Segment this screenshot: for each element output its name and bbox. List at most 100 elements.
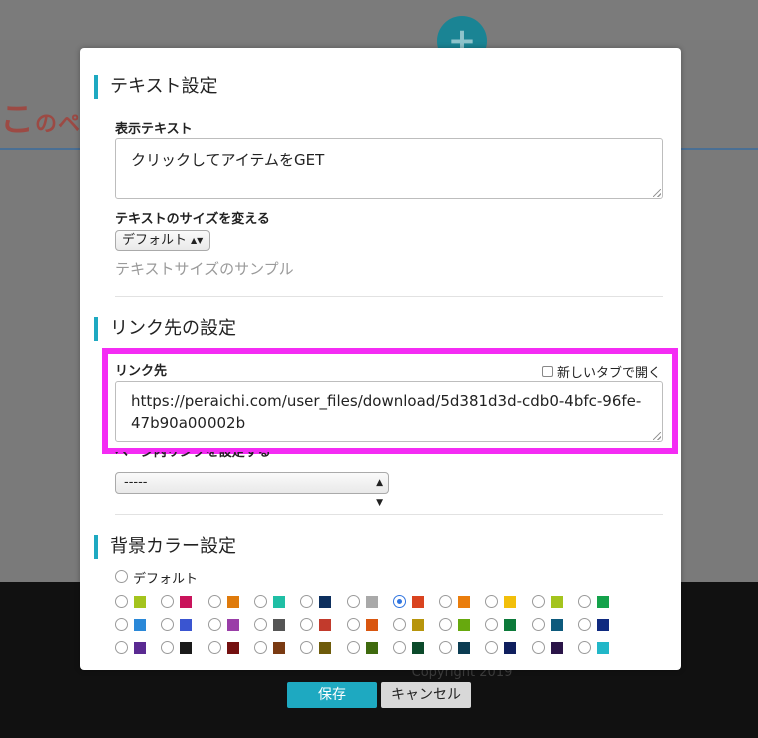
link-label: リンク先 bbox=[115, 364, 168, 379]
bg-color-radio[interactable] bbox=[161, 641, 175, 654]
cancel-button[interactable]: キャンセル bbox=[381, 682, 471, 708]
page-header-bar bbox=[0, 0, 758, 40]
bg-color-radio[interactable] bbox=[578, 641, 591, 654]
bg-color-swatch bbox=[319, 642, 332, 654]
bg-color-swatch bbox=[411, 642, 424, 654]
bg-color-radio[interactable] bbox=[485, 618, 499, 631]
bg-color-radio[interactable] bbox=[207, 595, 221, 608]
bg-color-swatch bbox=[319, 619, 332, 631]
bg-color-radio[interactable] bbox=[439, 595, 453, 608]
bg-color-radio[interactable] bbox=[439, 641, 453, 654]
bg-color-radio[interactable] bbox=[531, 641, 545, 654]
resize-handle-icon[interactable] bbox=[653, 189, 661, 197]
display-text-field[interactable]: クリックしてアイテムをGET bbox=[115, 138, 663, 199]
bg-color-radio[interactable] bbox=[392, 641, 406, 654]
bg-color-swatch bbox=[504, 619, 517, 631]
bg-color-swatch bbox=[365, 596, 378, 608]
page-heading-rest: のペ bbox=[35, 112, 82, 137]
bg-color-swatch bbox=[411, 596, 424, 608]
bg-color-swatch bbox=[134, 619, 146, 631]
bg-color-radio[interactable] bbox=[346, 595, 360, 608]
bg-color-swatch bbox=[134, 596, 146, 608]
bg-color-swatch bbox=[319, 596, 332, 608]
display-text-value: クリックしてアイテムをGET bbox=[131, 151, 325, 169]
bg-color-swatch bbox=[226, 619, 239, 631]
text-size-label: テキストのサイズを変える bbox=[115, 212, 270, 227]
bg-color-radio[interactable] bbox=[485, 595, 499, 608]
bg-color-swatch bbox=[550, 596, 563, 608]
bg-color-swatch bbox=[411, 619, 424, 631]
bg-color-radio[interactable] bbox=[578, 618, 591, 631]
bg-color-swatch bbox=[272, 619, 285, 631]
bg-color-radio[interactable] bbox=[253, 618, 267, 631]
bg-color-swatch bbox=[226, 642, 239, 654]
bg-color-swatch bbox=[226, 596, 239, 608]
display-text-label: 表示テキスト bbox=[115, 122, 193, 137]
bg-color-swatch bbox=[365, 619, 378, 631]
bg-color-swatch bbox=[597, 642, 609, 654]
bg-color-swatch bbox=[272, 596, 285, 608]
edit-modal: テキスト設定 表示テキスト クリックしてアイテムをGET テキストのサイズを変え… bbox=[80, 48, 681, 670]
bg-color-swatch bbox=[504, 596, 517, 608]
bg-color-radio[interactable] bbox=[207, 618, 221, 631]
resize-handle-icon[interactable] bbox=[653, 432, 661, 440]
select-arrows-icon: ▲▼ bbox=[191, 236, 204, 245]
text-size-value: デフォルト bbox=[122, 233, 188, 248]
save-button[interactable]: 保存 bbox=[287, 682, 377, 708]
bg-default-radio[interactable] bbox=[115, 570, 128, 583]
bg-color-swatch bbox=[458, 619, 471, 631]
bg-color-swatch bbox=[550, 642, 563, 654]
bg-color-radio[interactable] bbox=[439, 618, 453, 631]
anchor-link-value: ----- bbox=[124, 475, 148, 490]
bg-color-swatch bbox=[458, 596, 471, 608]
bg-color-radio[interactable] bbox=[115, 618, 128, 631]
bg-color-radio[interactable] bbox=[161, 595, 175, 608]
page-heading-char: こ bbox=[0, 100, 35, 140]
link-url-value: https://peraichi.com/user_files/download… bbox=[131, 392, 642, 432]
bg-color-swatch bbox=[458, 642, 471, 654]
bg-color-title: 背景カラー設定 bbox=[94, 535, 236, 559]
bg-color-swatch bbox=[180, 596, 193, 608]
bg-color-radio[interactable] bbox=[300, 595, 314, 608]
bg-color-radio[interactable] bbox=[346, 641, 360, 654]
bg-color-swatch bbox=[504, 642, 517, 654]
new-tab-label: 新しいタブで開く bbox=[556, 366, 661, 381]
bg-color-radio[interactable] bbox=[346, 618, 360, 631]
bg-color-swatch bbox=[365, 642, 378, 654]
bg-color-radio[interactable] bbox=[115, 641, 128, 654]
bg-color-radio[interactable] bbox=[253, 641, 267, 654]
bg-color-swatch bbox=[597, 619, 609, 631]
anchor-link-label: ページ内リンクを設定する bbox=[115, 452, 271, 464]
bg-color-swatch bbox=[550, 619, 563, 631]
bg-color-swatch bbox=[272, 642, 285, 654]
bg-color-swatch bbox=[180, 619, 193, 631]
text-settings-title: テキスト設定 bbox=[94, 75, 217, 99]
bg-color-radio[interactable] bbox=[392, 595, 406, 608]
bg-color-radio[interactable] bbox=[115, 595, 128, 608]
bg-color-radio[interactable] bbox=[531, 595, 545, 608]
bg-color-radio[interactable] bbox=[253, 595, 267, 608]
text-size-sample: テキストサイズのサンプル bbox=[115, 260, 294, 278]
anchor-link-label-text: ページ内リンクを設定する bbox=[115, 452, 271, 460]
anchor-link-select[interactable]: ----- ▲ ▼ bbox=[115, 472, 389, 508]
bg-color-radio[interactable] bbox=[300, 641, 314, 654]
text-size-select[interactable]: デフォルト ▲▼ bbox=[115, 230, 211, 251]
page-heading: このペ bbox=[0, 92, 81, 141]
new-tab-checkbox[interactable] bbox=[541, 366, 553, 377]
bg-default-label: デフォルト bbox=[133, 572, 199, 587]
bg-color-radio[interactable] bbox=[392, 618, 406, 631]
bg-color-radio[interactable] bbox=[531, 618, 545, 631]
bg-color-radio[interactable] bbox=[300, 618, 314, 631]
bg-color-swatch bbox=[180, 642, 193, 654]
bg-color-radio[interactable] bbox=[207, 641, 221, 654]
bg-color-radio[interactable] bbox=[578, 595, 591, 608]
link-url-field[interactable]: https://peraichi.com/user_files/download… bbox=[115, 381, 663, 442]
link-settings-title: リンク先の設定 bbox=[94, 317, 236, 341]
select-arrows-icon: ▲▼ bbox=[376, 478, 383, 508]
bg-color-swatch bbox=[597, 596, 609, 608]
section-divider bbox=[115, 296, 663, 297]
section-divider bbox=[115, 514, 663, 515]
bg-color-radio[interactable] bbox=[161, 618, 175, 631]
new-tab-option[interactable]: 新しいタブで開く bbox=[541, 362, 661, 381]
bg-color-radio[interactable] bbox=[485, 641, 499, 654]
